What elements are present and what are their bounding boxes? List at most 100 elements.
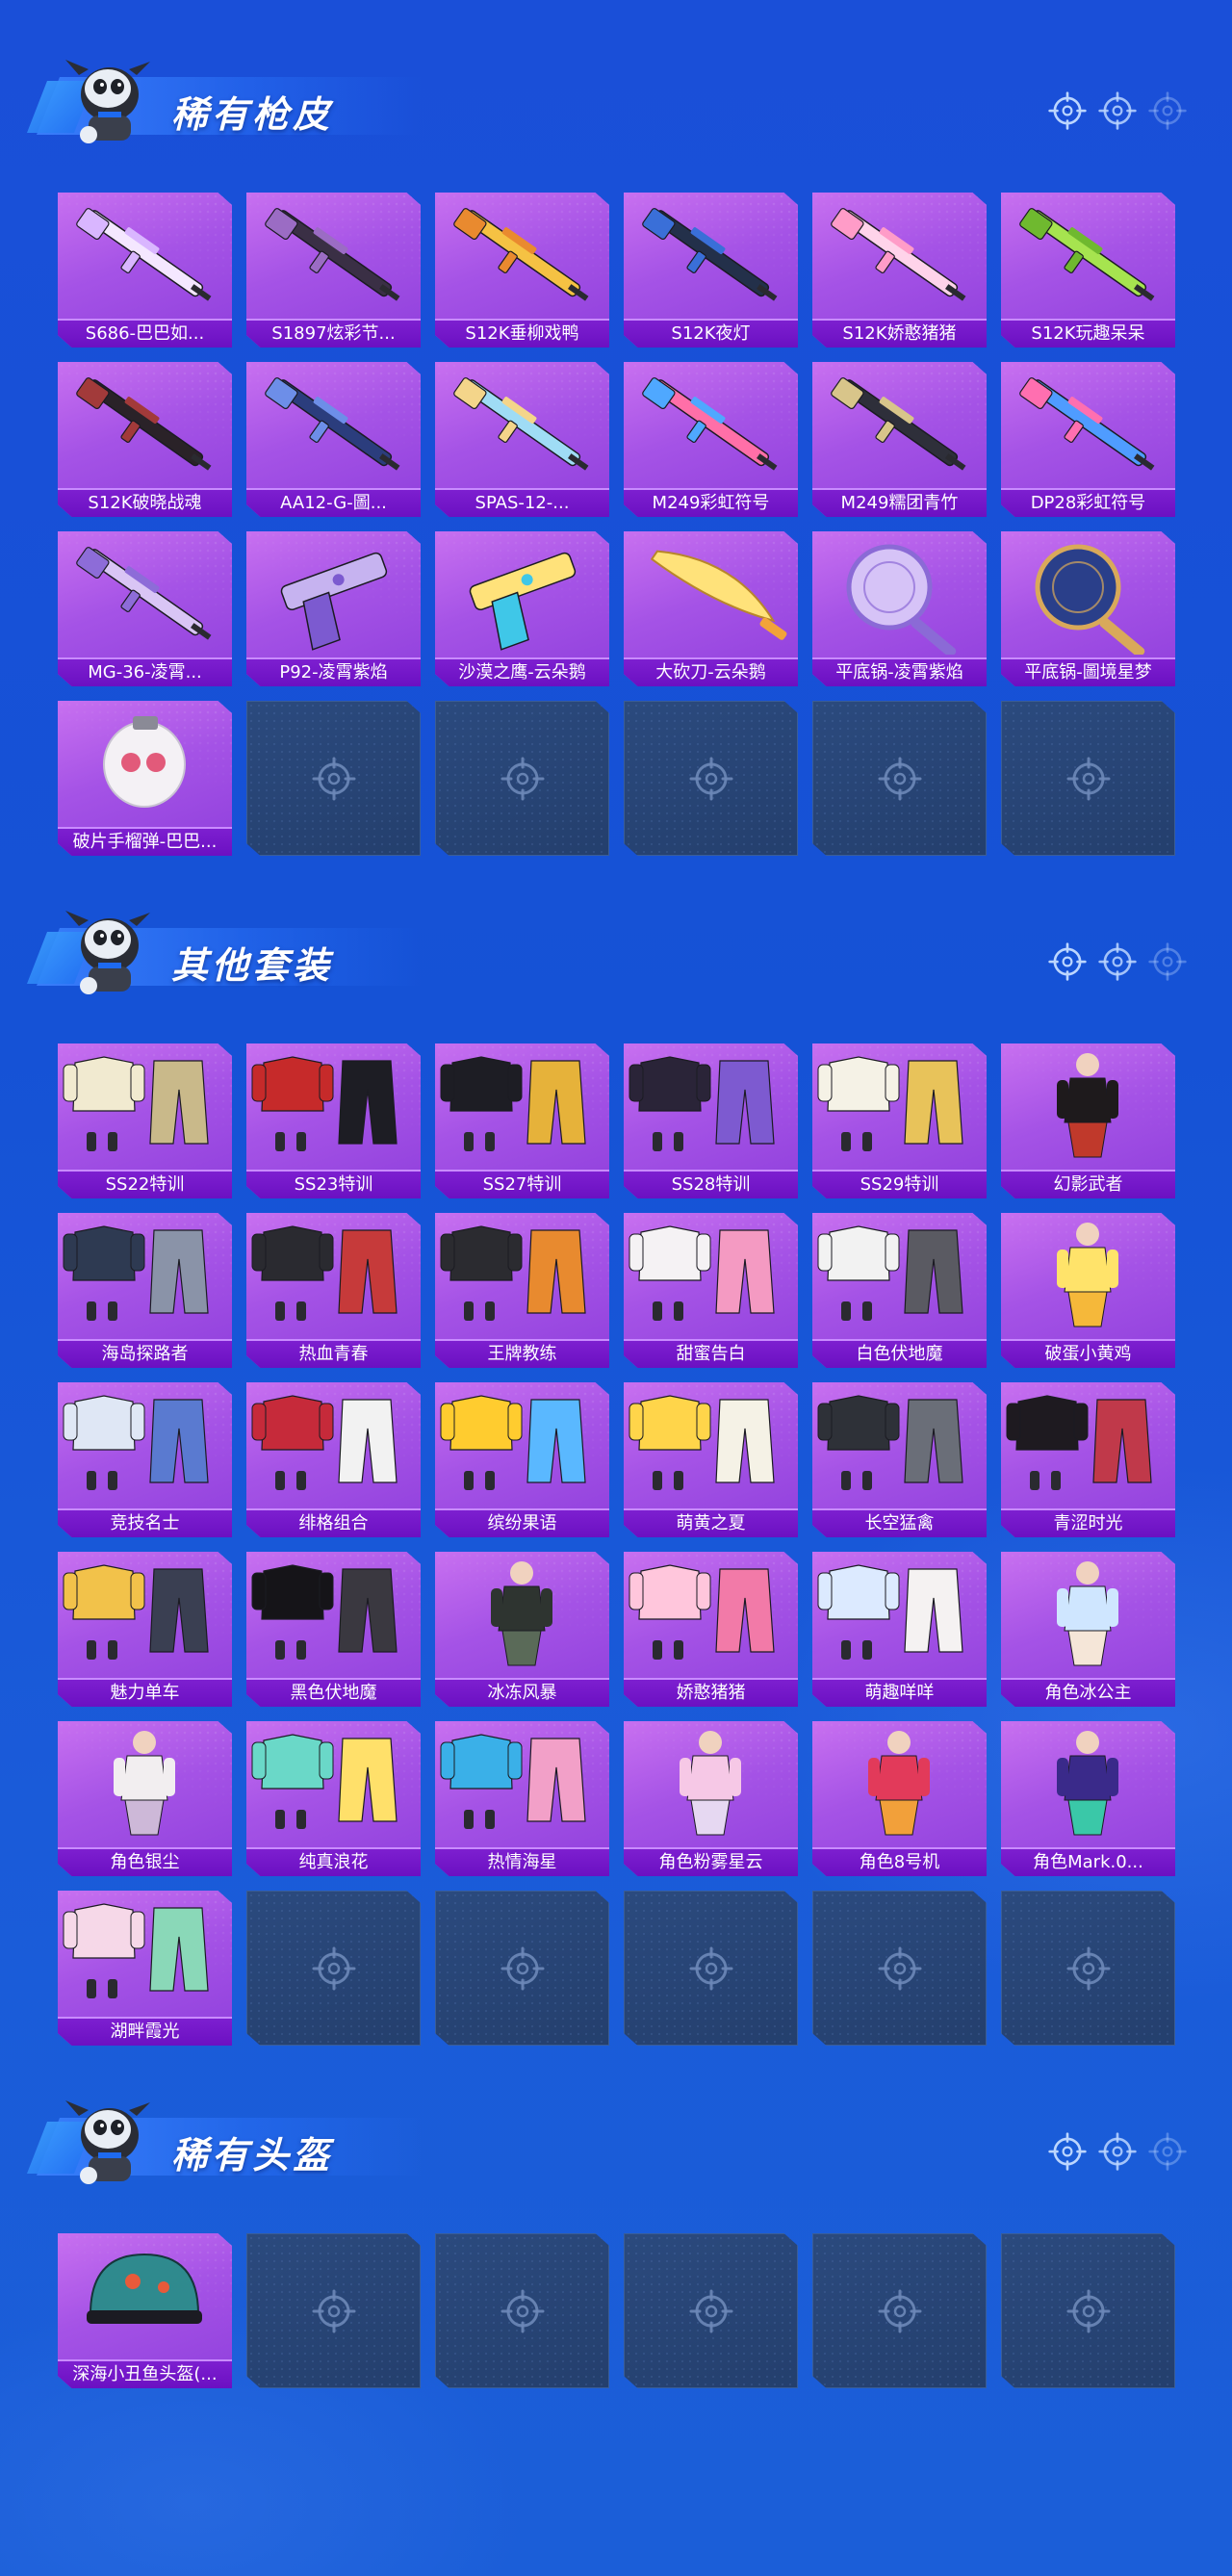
item-card[interactable]: SS27特训 [435,1043,609,1198]
empty-slot [435,2233,609,2388]
mascot-icon [65,2100,150,2184]
item-card[interactable]: 角色冰公主 [1001,1552,1175,1707]
crosshair-icon-svg [1066,757,1111,801]
crosshair-icon-svg [1148,91,1187,130]
item-card[interactable]: 角色粉雾星云 [624,1721,798,1876]
item-card[interactable]: 幻影武者 [1001,1043,1175,1198]
item-card[interactable]: 娇憨猪猪 [624,1552,798,1707]
item-label: 冰冻风暴 [435,1678,609,1707]
item-card[interactable]: 角色Mark.0... [1001,1721,1175,1876]
item-card[interactable]: 热血青春 [246,1213,421,1368]
item-card[interactable]: 魅力单车 [58,1552,232,1707]
item-label: AA12-G-圖... [246,488,421,517]
item-card[interactable]: S12K玩趣呆呆 [1001,193,1175,348]
empty-slot [435,1891,609,2046]
item-card[interactable]: 破片手榴弹-巴巴... [58,701,232,856]
item-card[interactable]: 绯格组合 [246,1382,421,1537]
figure-icon [1057,1731,1118,1836]
item-card[interactable]: 平底锅-圖境星梦 [1001,531,1175,686]
item-label: M249彩虹符号 [624,488,798,517]
item-label: MG-36-凌霄... [58,657,232,686]
item-card[interactable]: 深海小丑鱼头盔(... [58,2233,232,2388]
outfit-icon [63,1564,209,1660]
item-card[interactable]: 沙漠之鹰-云朵鹅 [435,531,609,686]
item-card[interactable]: S686-巴巴如... [58,193,232,348]
item-label: 萌黄之夏 [624,1508,798,1537]
item-card[interactable]: 纯真浪花 [246,1721,421,1876]
item-card[interactable]: 甜蜜告白 [624,1213,798,1368]
crosshair-icon-svg [1098,942,1137,981]
outfit-icon [440,1225,586,1321]
outfit-icon [63,1225,209,1321]
outfit-icon [817,1225,963,1321]
empty-slot [246,2233,421,2388]
mascot-badge [60,903,156,1003]
empty-slot [624,701,798,856]
item-card[interactable]: M249糯团青竹 [812,362,987,517]
section-title: 稀有头盔 [171,2134,334,2177]
item-card[interactable]: SS29特训 [812,1043,987,1198]
item-label: SS23特训 [246,1170,421,1198]
item-label: S1897炫彩节... [246,319,421,348]
item-label: 萌趣咩咩 [812,1678,987,1707]
item-card[interactable]: SS23特训 [246,1043,421,1198]
item-card[interactable]: 长空猛禽 [812,1382,987,1537]
item-card[interactable]: 角色8号机 [812,1721,987,1876]
item-card[interactable]: 破蛋小黄鸡 [1001,1213,1175,1368]
item-card[interactable]: 冰冻风暴 [435,1552,609,1707]
outfit-icon [817,1395,963,1490]
item-card[interactable]: 白色伏地魔 [812,1213,987,1368]
item-card[interactable]: 王牌教练 [435,1213,609,1368]
figure-icon [1057,1561,1118,1666]
outfit-icon [817,1056,963,1151]
item-card[interactable]: P92-凌霄紫焰 [246,531,421,686]
item-card[interactable]: 平底锅-凌霄紫焰 [812,531,987,686]
outfit-icon [251,1395,398,1490]
item-card[interactable]: SPAS-12-... [435,362,609,517]
item-card[interactable]: 萌黄之夏 [624,1382,798,1537]
item-card[interactable]: 角色银尘 [58,1721,232,1876]
item-card[interactable]: DP28彩虹符号 [1001,362,1175,517]
crosshair-icon-svg [500,1946,545,1991]
item-card[interactable]: 萌趣咩咩 [812,1552,987,1707]
item-label: 角色8号机 [812,1847,987,1876]
item-label: 平底锅-凌霄紫焰 [812,657,987,686]
item-card[interactable]: MG-36-凌霄... [58,531,232,686]
crosshair-icon-svg [1048,91,1087,130]
item-card[interactable]: 热情海星 [435,1721,609,1876]
item-card[interactable]: 湖畔霞光 [58,1891,232,2046]
item-card[interactable]: 缤纷果语 [435,1382,609,1537]
section-title: 稀有枪皮 [171,93,334,136]
header-decor [1047,2131,1197,2177]
item-card[interactable]: SS22特训 [58,1043,232,1198]
crosshair-icon [688,1945,734,1992]
figure-icon [680,1731,741,1836]
item-label: 热情海星 [435,1847,609,1876]
crosshair-icon-svg [689,2289,733,2333]
item-label: 长空猛禽 [812,1508,987,1537]
crosshair-icon-svg [878,757,922,801]
crosshair-icon [1097,941,1138,982]
crosshair-icon-svg [1148,2132,1187,2171]
item-label: 白色伏地魔 [812,1339,987,1368]
figure-icon [1057,1053,1118,1158]
crosshair-icon [688,756,734,802]
item-card[interactable]: AA12-G-圖... [246,362,421,517]
item-card[interactable]: 青涩时光 [1001,1382,1175,1537]
header-decor [1047,941,1197,988]
item-card[interactable]: M249彩虹符号 [624,362,798,517]
item-card[interactable]: S1897炫彩节... [246,193,421,348]
item-card[interactable]: 海岛探路者 [58,1213,232,1368]
item-card[interactable]: 大砍刀-云朵鹅 [624,531,798,686]
item-card[interactable]: S12K破晓战魂 [58,362,232,517]
item-card[interactable]: S12K娇憨猪猪 [812,193,987,348]
item-card[interactable]: S12K夜灯 [624,193,798,348]
item-card[interactable]: SS28特训 [624,1043,798,1198]
item-card[interactable]: 竞技名士 [58,1382,232,1537]
crosshair-icon [1147,90,1188,131]
item-label: 幻影武者 [1001,1170,1175,1198]
item-card[interactable]: 黑色伏地魔 [246,1552,421,1707]
item-card[interactable]: S12K垂柳戏鸭 [435,193,609,348]
crosshair-icon-svg [312,2289,356,2333]
pan-icon [846,544,957,655]
